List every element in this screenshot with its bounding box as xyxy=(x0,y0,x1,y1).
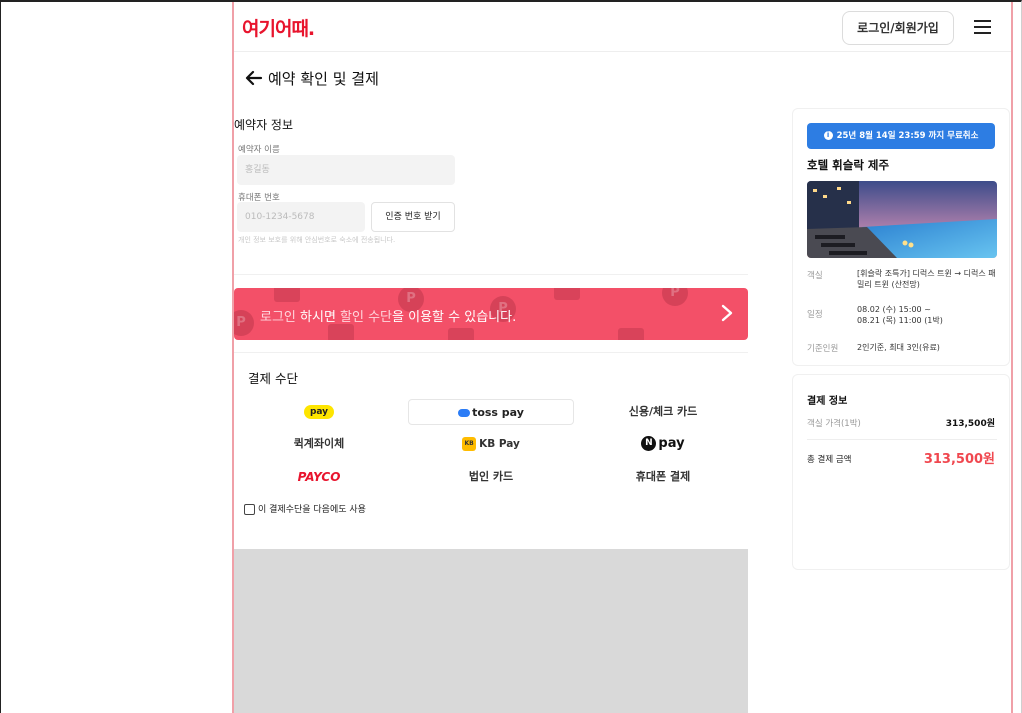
point-decoration-icon: P xyxy=(662,288,688,306)
tosspay-logo: toss pay xyxy=(458,406,524,419)
payment-info-card: 결제 정보 객실 가격(1박) 313,500원 총 결제 금액 313,500… xyxy=(792,374,1010,570)
divider xyxy=(807,439,997,440)
gift-decoration-icon xyxy=(328,324,354,340)
remember-payment-checkbox[interactable]: 이 결제수단을 다음에도 사용 xyxy=(244,502,366,515)
schedule-label: 일정 xyxy=(807,310,823,320)
payment-info-title: 결제 정보 xyxy=(807,396,848,407)
kakaopay-option[interactable]: pay xyxy=(236,399,402,425)
login-signup-button[interactable]: 로그인/회원가입 xyxy=(842,11,954,45)
hamburger-menu-icon[interactable] xyxy=(974,20,991,34)
hotel-name: 호텔 휘슬락 제주 xyxy=(807,158,890,172)
brand-logo[interactable]: 여기어때. xyxy=(242,14,315,41)
npay-logo: Npay xyxy=(641,436,685,451)
gift-decoration-icon xyxy=(554,288,580,300)
gift-decoration-icon xyxy=(618,328,644,340)
corporate-card-option[interactable]: 법인 카드 xyxy=(408,464,574,490)
npay-option[interactable]: Npay xyxy=(580,431,746,457)
room-price-value: 313,500원 xyxy=(945,419,995,429)
schedule-checkin: 08.02 (수) 15:00 ~ xyxy=(857,305,931,314)
tosspay-label: toss pay xyxy=(472,406,524,419)
free-cancel-text: 25년 8월 14일 23:59 까지 무료취소 xyxy=(836,131,979,141)
info-icon: i xyxy=(823,131,833,140)
privacy-notice: 개인 정보 보호를 위해 안심번호로 숙소에 전송됩니다. xyxy=(238,236,396,244)
login-discount-banner[interactable]: P P P P 로그인 하시면 할인 수단을 이용할 수 있습니다. xyxy=(234,288,748,340)
banner-text-login: 로그인 xyxy=(260,310,296,325)
hotel-photo xyxy=(807,181,997,258)
phone-payment-option[interactable]: 휴대폰 결제 xyxy=(580,464,746,490)
app-container: 여기어때. 로그인/회원가입 예약 확인 및 결제 예약자 정보 예약자 이름 … xyxy=(232,2,1013,713)
toss-icon xyxy=(458,409,471,417)
room-price-label: 객실 가격(1박) xyxy=(807,419,861,429)
npay-label: pay xyxy=(658,436,685,451)
remember-payment-label: 이 결제수단을 다음에도 사용 xyxy=(258,505,366,515)
booker-section-title: 예약자 정보 xyxy=(234,118,294,132)
quick-transfer-option[interactable]: 퀵계좌이체 xyxy=(236,431,402,457)
get-verification-code-button[interactable]: 인증 번호 받기 xyxy=(371,202,455,232)
kbpay-icon: KB xyxy=(462,437,477,451)
chevron-right-icon xyxy=(721,304,733,322)
free-cancel-badge: i 25년 8월 14일 23:59 까지 무료취소 xyxy=(807,123,995,149)
kbpay-label: KB Pay xyxy=(479,438,520,450)
room-value: [휘슬락 조특가] 디럭스 트윈 → 디럭스 패밀리 트윈 (산전망) xyxy=(857,269,996,289)
divider xyxy=(234,352,748,353)
divider xyxy=(234,274,748,275)
banner-text-discount: 할인 수단 xyxy=(340,310,393,325)
banner-text-part: 을 이용할 수 있습니다. xyxy=(392,310,517,325)
checkbox-icon[interactable] xyxy=(244,504,255,515)
banner-text: 로그인 하시면 할인 수단을 이용할 수 있습니다. xyxy=(260,306,516,325)
naver-n-icon: N xyxy=(641,436,657,451)
phone-input[interactable]: 010-1234-5678 xyxy=(237,202,365,232)
kakaopay-logo: pay xyxy=(303,405,335,419)
name-input[interactable]: 홍길동 xyxy=(237,155,455,185)
payco-option[interactable]: PAYCO xyxy=(236,464,402,490)
kbpay-option[interactable]: KB KB Pay xyxy=(408,431,574,457)
page-title: 예약 확인 및 결제 xyxy=(268,70,379,88)
back-arrow-icon[interactable] xyxy=(244,68,264,88)
tosspay-option[interactable]: toss pay xyxy=(408,399,574,425)
top-header: 여기어때. 로그인/회원가입 xyxy=(234,2,1011,52)
gift-decoration-icon xyxy=(448,328,474,340)
banner-text-part: 하시면 xyxy=(295,310,341,325)
total-amount-value: 313,500원 xyxy=(923,452,995,467)
guests-value: 2인기준, 최대 3인(유료) xyxy=(857,343,940,352)
guests-label: 기준인원 xyxy=(807,344,839,354)
gift-decoration-icon xyxy=(274,288,300,302)
schedule-value: 08.02 (수) 15:00 ~ 08.21 (목) 11:00 (1박) xyxy=(857,304,997,326)
total-amount-label: 총 결제 금액 xyxy=(807,455,852,465)
placeholder-block xyxy=(234,549,748,713)
point-decoration-icon: P xyxy=(234,310,254,336)
credit-card-option[interactable]: 신용/체크 카드 xyxy=(580,399,746,425)
schedule-checkout: 08.21 (목) 11:00 (1박) xyxy=(857,316,943,325)
payco-logo: PAYCO xyxy=(297,470,341,484)
reservation-summary-card: i 25년 8월 14일 23:59 까지 무료취소 호텔 휘슬락 제주 객실 … xyxy=(792,108,1010,366)
payment-method-title: 결제 수단 xyxy=(248,371,298,386)
name-label: 예약자 이름 xyxy=(238,145,280,155)
room-label: 객실 xyxy=(807,271,823,281)
